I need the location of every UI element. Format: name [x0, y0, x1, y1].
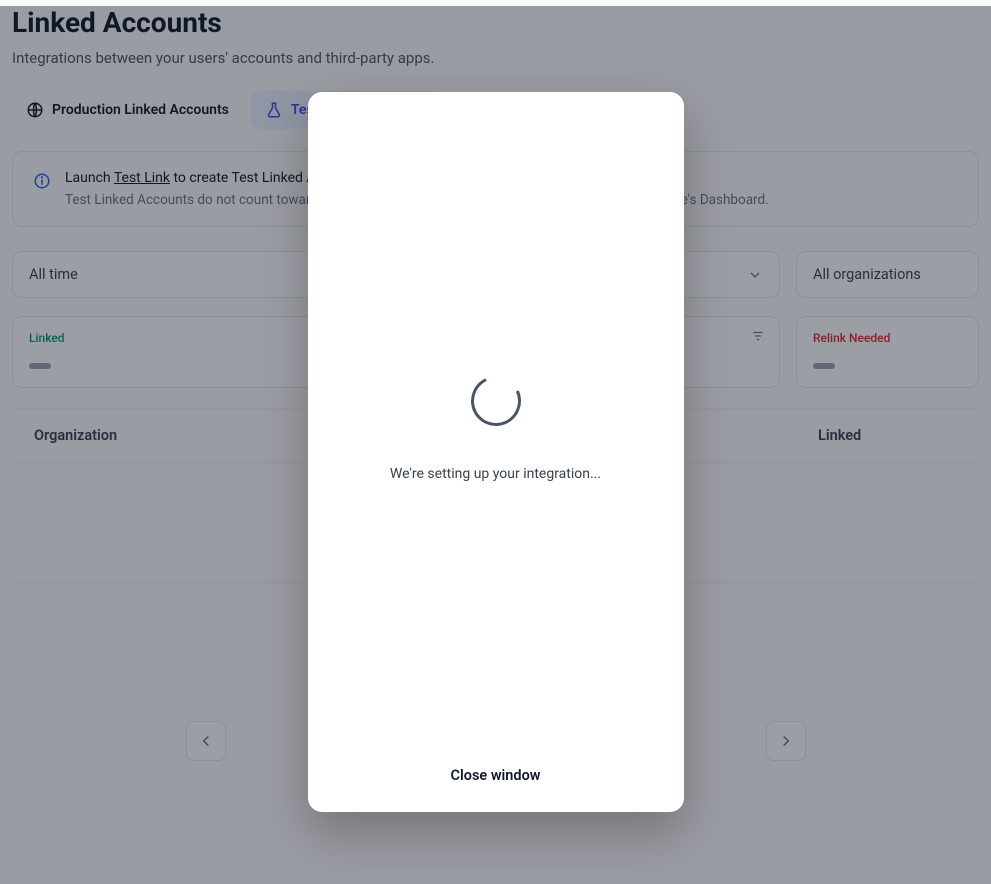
modal-message: We're setting up your integration...: [390, 466, 601, 482]
loading-spinner-icon: [463, 369, 527, 433]
modal-overlay: We're setting up your integration... Clo…: [0, 6, 991, 884]
close-window-button[interactable]: Close window: [451, 767, 541, 784]
integration-modal: We're setting up your integration... Clo…: [308, 92, 684, 812]
